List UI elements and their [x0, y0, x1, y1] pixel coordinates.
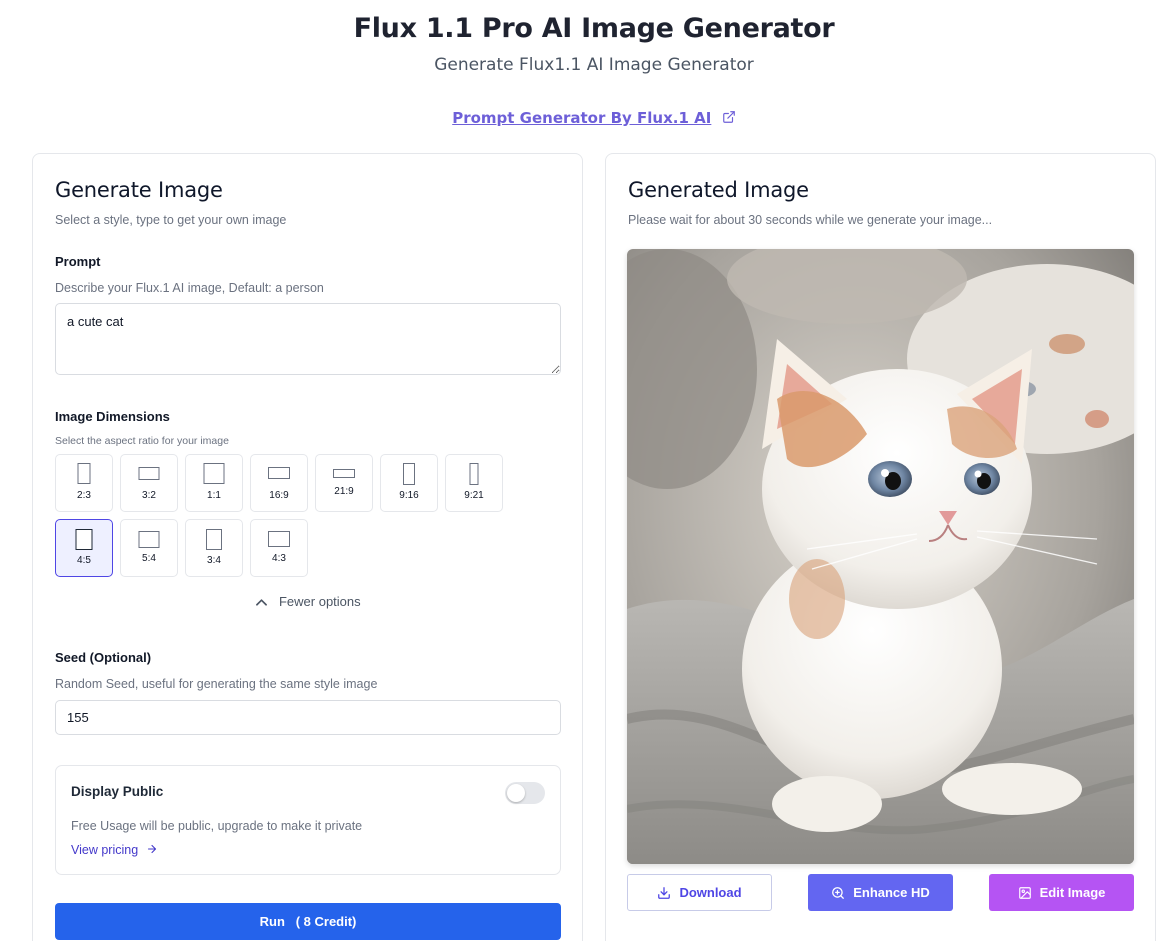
- ratio-option-3-2[interactable]: 3:2: [120, 454, 178, 512]
- toggle-knob: [507, 784, 525, 802]
- seed-input[interactable]: [55, 700, 561, 735]
- ratio-shape: [138, 467, 160, 480]
- ratio-option-4-5[interactable]: 4:5: [55, 519, 113, 577]
- display-public-description: Free Usage will be public, upgrade to ma…: [71, 819, 363, 833]
- page-subtitle: Generate Flux1.1 AI Image Generator: [434, 55, 754, 75]
- prompt-textarea[interactable]: a cute cat: [55, 303, 561, 375]
- seed-label: Seed (Optional): [55, 650, 152, 665]
- prompt-label: Prompt: [55, 254, 101, 269]
- ratio-shape: [333, 469, 355, 478]
- display-public-title: Display Public: [71, 784, 164, 799]
- ratio-shape: [469, 463, 479, 485]
- ratio-label: 16:9: [269, 490, 289, 501]
- image-dimensions-label: Image Dimensions: [55, 409, 170, 424]
- view-pricing-label: View pricing: [71, 843, 139, 857]
- generated-image-title: Generated Image: [628, 178, 809, 202]
- ratio-option-16-9[interactable]: 16:9: [250, 454, 308, 512]
- image-dimensions-help: Select the aspect ratio for your image: [55, 435, 229, 447]
- seed-help: Random Seed, useful for generating the s…: [55, 677, 378, 691]
- fewer-options-toggle[interactable]: Fewer options: [33, 594, 584, 609]
- display-public-toggle[interactable]: [505, 782, 545, 804]
- ratio-shape: [77, 463, 91, 484]
- ratio-option-2-3[interactable]: 2:3: [55, 454, 113, 512]
- ratio-option-9-16[interactable]: 9:16: [380, 454, 438, 512]
- ratio-shape: [203, 463, 225, 484]
- ratio-label: 21:9: [334, 486, 354, 497]
- ratio-label: 4:3: [272, 553, 286, 564]
- fewer-options-label: Fewer options: [278, 594, 361, 609]
- enhance-hd-button[interactable]: Enhance HD: [808, 874, 953, 911]
- display-public-box: Display Public Free Usage will be public…: [55, 765, 561, 875]
- generated-image[interactable]: [627, 249, 1134, 864]
- edit-image-icon: [1018, 886, 1031, 899]
- download-button[interactable]: Download: [627, 874, 772, 911]
- edit-image-label: Edit Image: [1039, 885, 1106, 900]
- ratio-shape: [138, 531, 160, 548]
- download-icon: [658, 886, 671, 899]
- ratio-shape: [75, 529, 93, 550]
- ratio-label: 1:1: [207, 490, 221, 501]
- generate-image-description: Select a style, type to get your own ima…: [55, 213, 287, 227]
- generated-image-description: Please wait for about 30 seconds while w…: [628, 213, 993, 227]
- ratio-option-4-3[interactable]: 4:3: [250, 519, 308, 577]
- ratio-option-21-9[interactable]: 21:9: [315, 454, 373, 512]
- page-title: Flux 1.1 Pro AI Image Generator: [353, 13, 835, 44]
- generated-image-card: Generated Image Please wait for about 30…: [605, 153, 1156, 941]
- enhance-hd-label: Enhance HD: [853, 885, 930, 900]
- prompt-generator-link-row: Prompt Generator By Flux.1 AI: [0, 109, 1167, 128]
- ratio-option-9-21[interactable]: 9:21: [445, 454, 503, 512]
- download-label: Download: [679, 885, 742, 900]
- ratio-label: 9:16: [399, 490, 419, 501]
- run-button[interactable]: Run ( 8 Credit): [55, 903, 561, 940]
- ratio-shape: [403, 463, 415, 485]
- arrow-right-icon: [147, 844, 156, 854]
- generate-image-title: Generate Image: [55, 178, 223, 202]
- prompt-help: Describe your Flux.1 AI image, Default: …: [55, 281, 324, 295]
- ratio-label: 2:3: [77, 490, 91, 501]
- ratio-label: 5:4: [142, 553, 156, 564]
- view-pricing-link[interactable]: View pricing: [71, 843, 158, 857]
- ratio-label: 4:5: [77, 555, 91, 566]
- generate-image-card: Generate Image Select a style, type to g…: [32, 153, 583, 941]
- prompt-generator-link[interactable]: Prompt Generator By Flux.1 AI: [452, 109, 711, 127]
- ratio-label: 9:21: [464, 490, 484, 501]
- chevron-up-icon: [256, 599, 268, 606]
- ratio-shape: [268, 467, 290, 479]
- ratio-label: 3:4: [207, 555, 221, 566]
- ratio-shape: [268, 531, 290, 547]
- ratio-option-3-4[interactable]: 3:4: [185, 519, 243, 577]
- ratio-option-5-4[interactable]: 5:4: [120, 519, 178, 577]
- edit-image-button[interactable]: Edit Image: [989, 874, 1134, 911]
- ratio-label: 3:2: [142, 490, 156, 501]
- kitten-image: [627, 249, 1134, 864]
- ratio-shape: [206, 529, 222, 550]
- zoom-in-icon: [832, 886, 845, 899]
- external-link-icon[interactable]: [722, 110, 736, 124]
- ratio-option-1-1[interactable]: 1:1: [185, 454, 243, 512]
